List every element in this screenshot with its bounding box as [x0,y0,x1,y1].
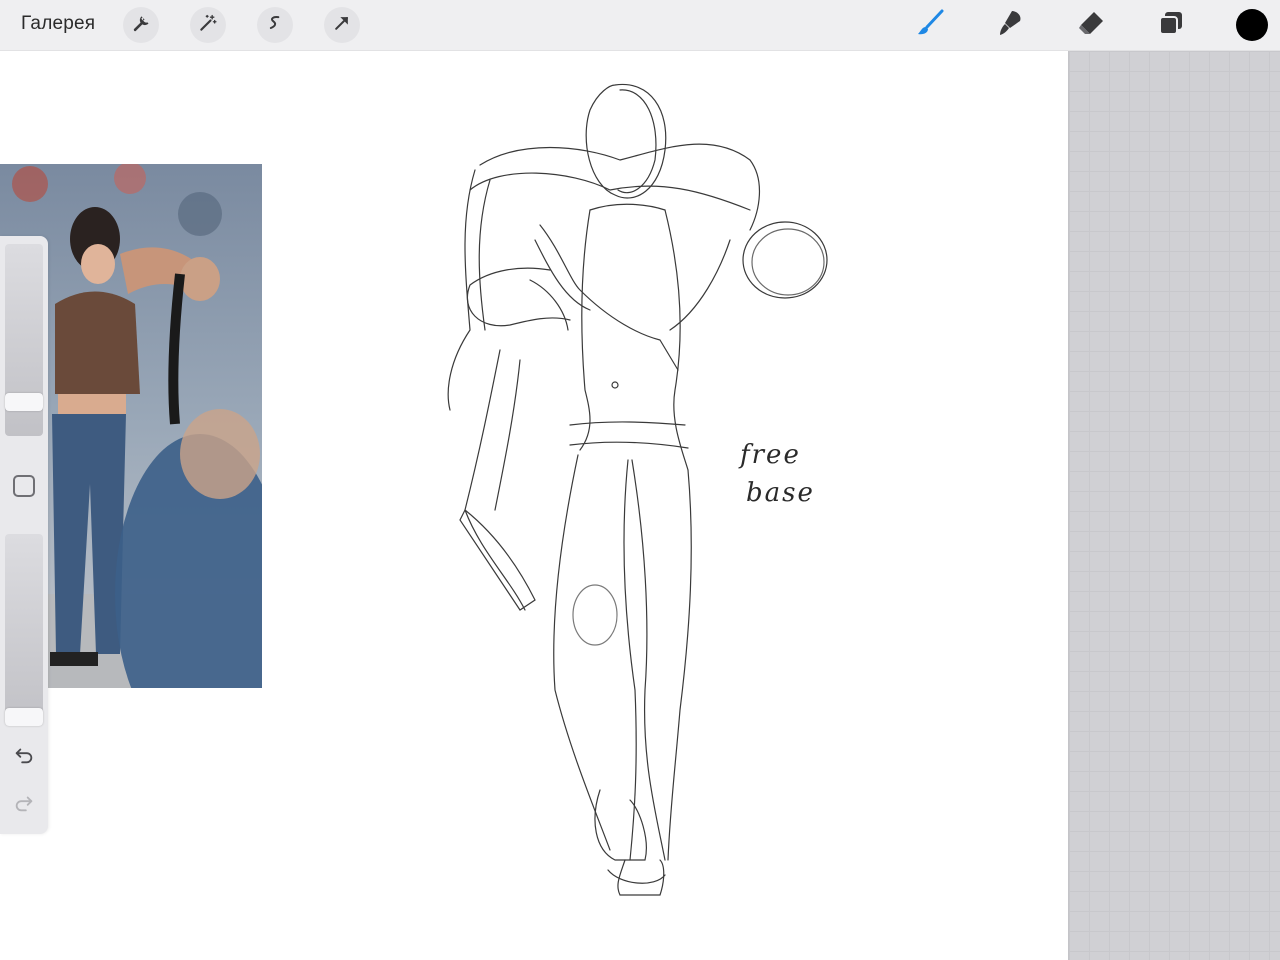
top-toolbar: Галерея [0,0,1280,51]
selection-button[interactable] [257,7,293,43]
smudge-tool-button[interactable] [992,7,1028,43]
actions-button[interactable] [123,7,159,43]
smudge-icon [995,8,1025,43]
brush-tool-button[interactable] [912,7,948,43]
brush-size-slider-thumb[interactable] [5,393,43,411]
color-picker-button[interactable] [1236,9,1268,41]
gallery-button[interactable]: Галерея [21,13,95,35]
brush-size-slider[interactable] [5,244,43,436]
left-sidebar [0,236,48,834]
eraser-tool-button[interactable] [1073,7,1109,43]
redo-button[interactable] [10,791,38,819]
sketch-annotation-free: free [740,440,801,470]
redo-icon [13,792,35,819]
transform-arrow-icon [332,13,352,38]
brush-icon [915,8,945,43]
undo-icon [13,744,35,771]
eraser-icon [1076,8,1106,43]
layers-button[interactable] [1153,7,1189,43]
canvas-outside-area [1068,51,1280,960]
selection-icon [265,13,285,38]
undo-button[interactable] [10,743,38,771]
transform-button[interactable] [324,7,360,43]
layers-icon [1156,8,1186,43]
sketch-annotation-base: base [746,478,815,508]
opacity-slider[interactable] [5,534,43,726]
adjustments-button[interactable] [190,7,226,43]
magic-wand-icon [198,13,218,38]
opacity-slider-thumb[interactable] [5,708,43,726]
wrench-icon [131,13,151,38]
square-modifier-icon[interactable] [13,475,35,497]
